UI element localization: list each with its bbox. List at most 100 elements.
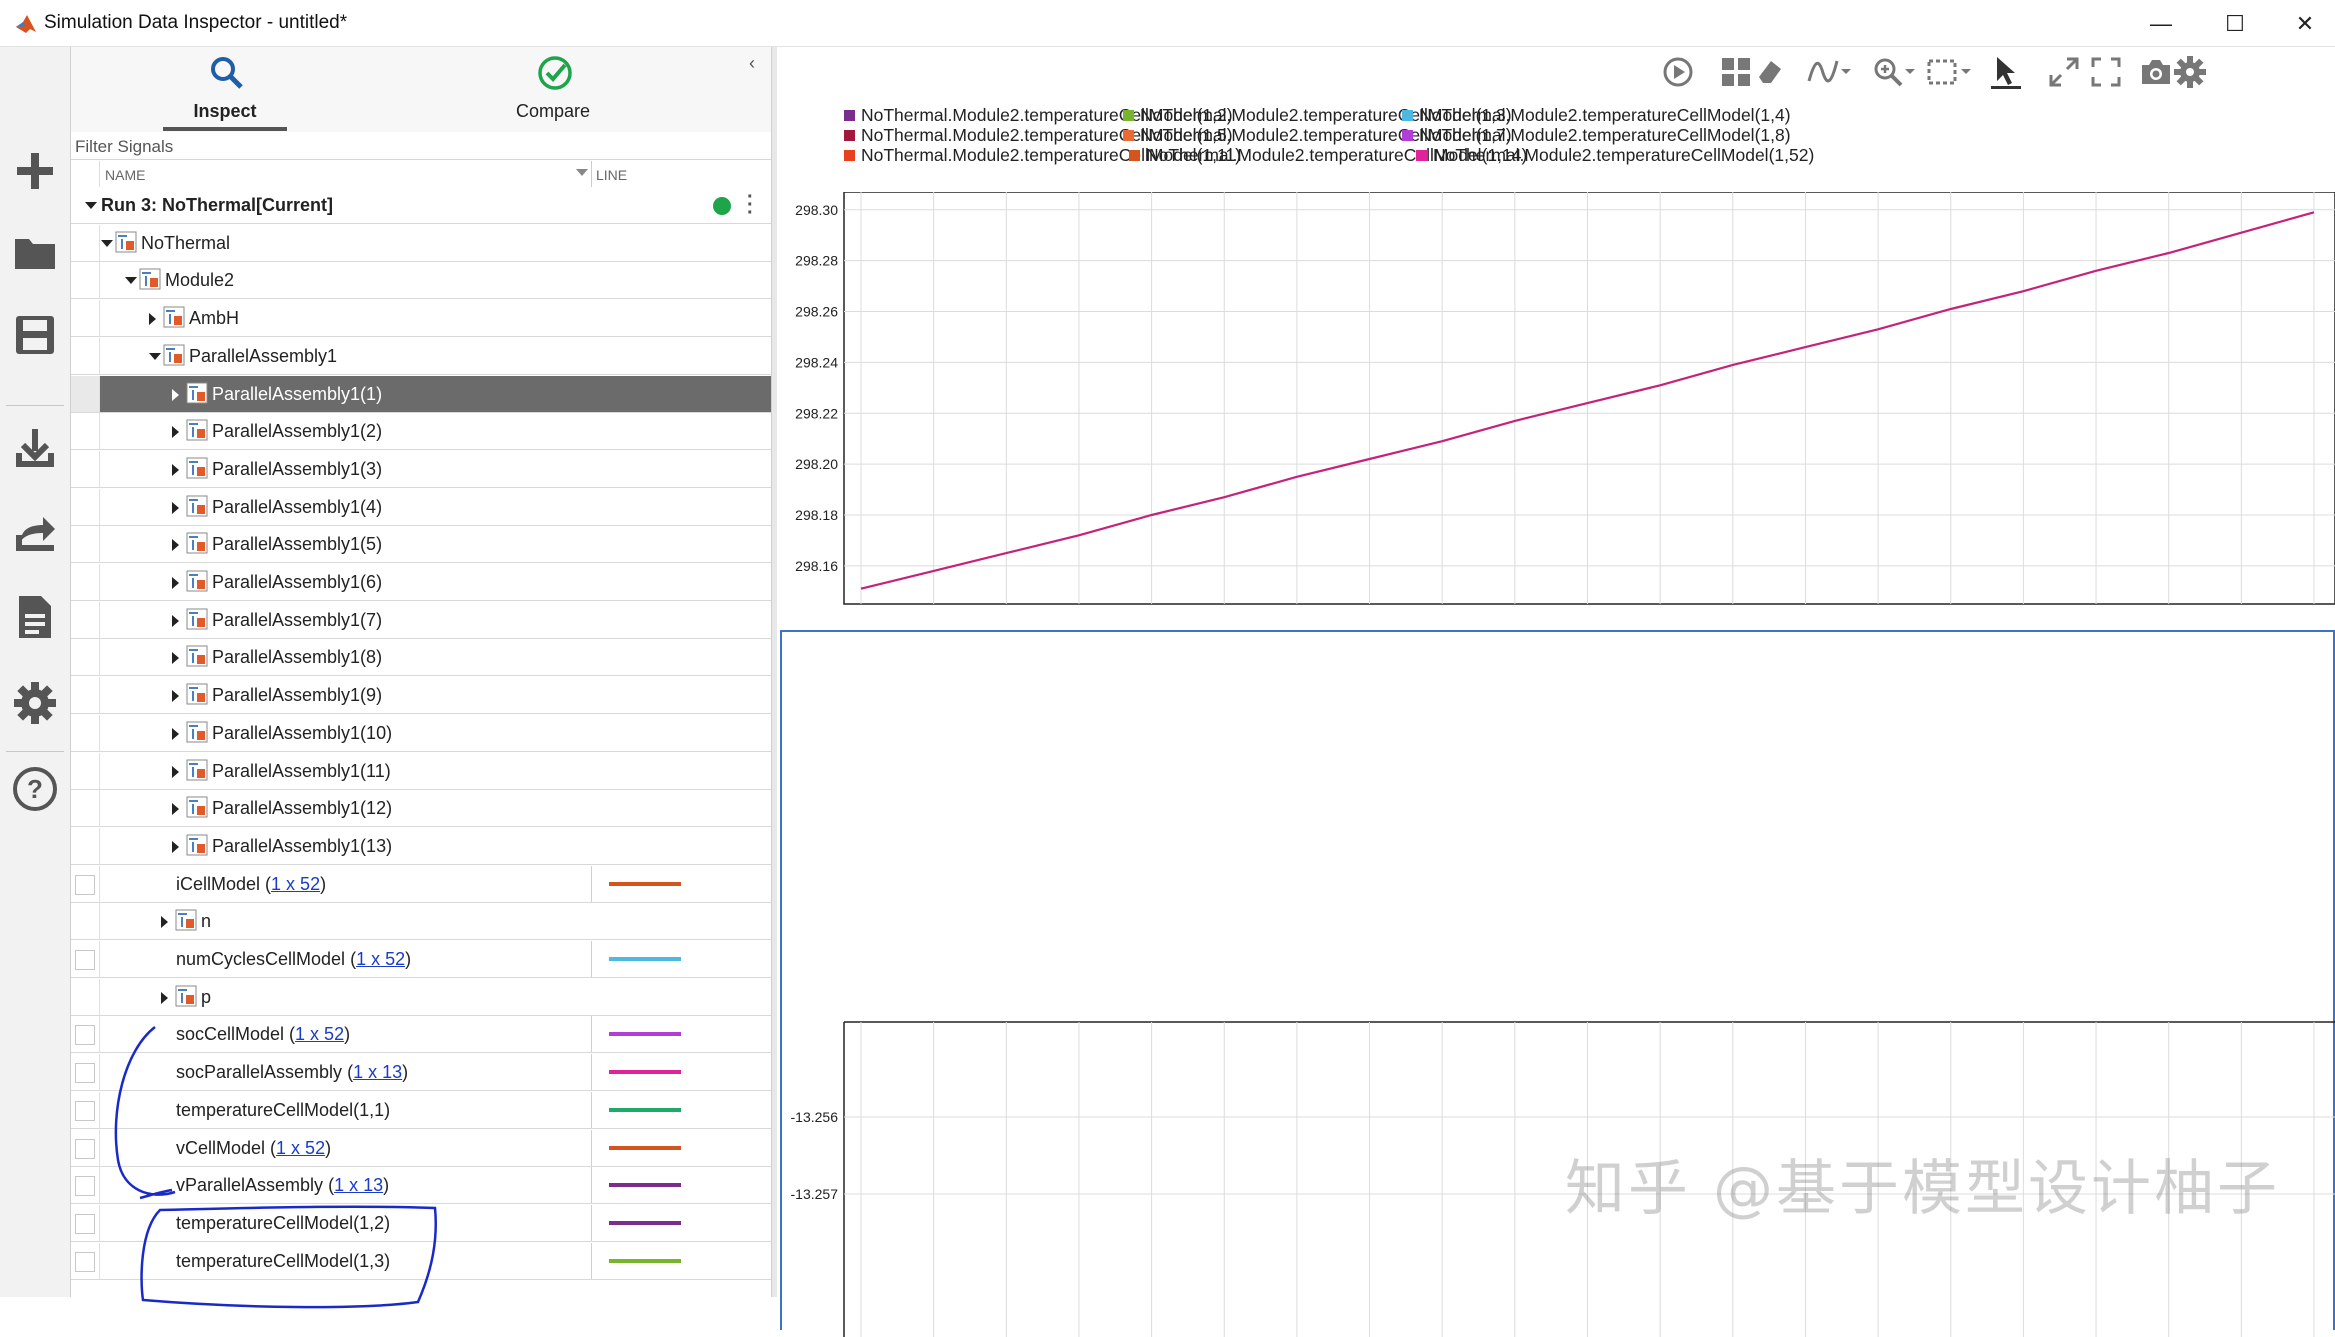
expand-triangle-icon[interactable] (172, 388, 179, 401)
tree-row[interactable]: socParallelAssembly (1 x 13) (71, 1054, 771, 1092)
line-style-swatch[interactable] (609, 1258, 681, 1263)
help-icon[interactable]: ? (11, 765, 59, 813)
sort-icon[interactable] (576, 169, 588, 177)
dimension-link[interactable]: 1 x 52 (356, 949, 405, 969)
expand-triangle-icon[interactable] (149, 352, 161, 360)
expand-triangle-icon[interactable] (161, 991, 168, 1004)
expand-icon[interactable] (2047, 55, 2081, 89)
expand-triangle-icon[interactable] (172, 803, 179, 816)
tree-row[interactable]: ParallelAssembly1(7) (71, 601, 771, 639)
zoom-icon[interactable] (1871, 55, 1905, 89)
tree-row[interactable]: ParallelAssembly1(6) (71, 564, 771, 601)
expand-triangle-icon[interactable] (172, 501, 179, 514)
expand-triangle-icon[interactable] (172, 652, 179, 665)
cursor-icon[interactable] (1989, 55, 2023, 89)
tree-row[interactable]: ParallelAssembly1 (71, 337, 771, 375)
expand-triangle-icon[interactable] (125, 277, 137, 285)
line-style-swatch[interactable] (609, 1220, 681, 1225)
tree-row[interactable]: socCellModel (1 x 52) (71, 1016, 771, 1054)
collapse-panel-icon[interactable]: ‹ (749, 53, 755, 74)
line-style-swatch[interactable] (609, 1070, 681, 1075)
tab-inspect[interactable]: Inspect (145, 47, 305, 132)
fullscreen-icon[interactable] (2089, 55, 2123, 89)
minimize-button[interactable]: — (2146, 10, 2176, 38)
tree-row[interactable]: ParallelAssembly1(8) (71, 639, 771, 677)
tree-row[interactable]: ParallelAssembly1(11) (71, 752, 771, 790)
tree-row[interactable]: ParallelAssembly1(1) (71, 375, 771, 413)
expand-triangle-icon[interactable] (172, 840, 179, 853)
dimension-link[interactable]: 1 x 52 (295, 1024, 344, 1044)
tree-row[interactable]: NoThermal (71, 224, 771, 262)
download-icon[interactable] (11, 425, 59, 473)
bottom-plot[interactable]: -13.256 -13.257 (777, 637, 2335, 1337)
layout-icon[interactable] (1719, 55, 1753, 89)
signal-checkbox[interactable] (75, 1176, 95, 1197)
signal-checkbox[interactable] (75, 1025, 95, 1046)
filter-signals-input[interactable]: Filter Signals (71, 134, 771, 160)
tree-row[interactable]: AmbH (71, 300, 771, 338)
line-style-swatch[interactable] (609, 1183, 681, 1188)
expand-triangle-icon[interactable] (172, 765, 179, 778)
maximize-button[interactable]: ☐ (2220, 10, 2250, 38)
more-options-icon[interactable]: · · · (747, 187, 754, 223)
signal-checkbox[interactable] (75, 1138, 95, 1159)
fit-icon[interactable] (1925, 55, 1959, 89)
column-divider[interactable] (591, 161, 592, 187)
expand-triangle-icon[interactable] (172, 577, 179, 589)
report-icon[interactable] (11, 593, 59, 641)
expand-triangle-icon[interactable] (172, 463, 179, 476)
folder-icon[interactable] (11, 229, 59, 277)
tree-row[interactable]: temperatureCellModel(1,2) (71, 1204, 771, 1242)
tree-row[interactable]: p (71, 978, 771, 1016)
tree-row[interactable]: n (71, 903, 771, 941)
dimension-link[interactable]: 1 x 52 (276, 1138, 325, 1158)
collapse-triangle-icon[interactable] (85, 202, 97, 209)
gear-icon[interactable] (2173, 55, 2207, 89)
tree-row[interactable]: ParallelAssembly1(3) (71, 450, 771, 488)
tree-row[interactable]: ParallelAssembly1(4) (71, 488, 771, 526)
tree-row[interactable]: temperatureCellModel(1,3) (71, 1242, 771, 1280)
chevron-down-icon[interactable] (1837, 55, 1855, 89)
share-icon[interactable] (11, 509, 59, 557)
tree-row[interactable]: numCyclesCellModel (1 x 52) (71, 941, 771, 978)
expand-triangle-icon[interactable] (172, 727, 179, 740)
line-style-swatch[interactable] (609, 1032, 681, 1037)
signal-checkbox[interactable] (75, 1213, 95, 1234)
tree-row[interactable]: ParallelAssembly1(2) (71, 413, 771, 451)
signal-checkbox[interactable] (75, 1100, 95, 1121)
expand-triangle-icon[interactable] (101, 239, 113, 247)
close-button[interactable]: ✕ (2290, 10, 2320, 38)
name-column-header[interactable]: NAME (105, 167, 145, 183)
signal-icon[interactable] (1807, 55, 1841, 89)
tree-row[interactable]: ParallelAssembly1(10) (71, 714, 771, 752)
settings-icon[interactable] (11, 679, 59, 727)
line-style-swatch[interactable] (609, 881, 681, 886)
tree-row[interactable]: Module2 (71, 262, 771, 300)
chevron-down-icon[interactable] (1957, 55, 1975, 89)
expand-triangle-icon[interactable] (172, 539, 179, 552)
tree-row[interactable]: ParallelAssembly1(12) (71, 790, 771, 828)
tree-row[interactable]: ParallelAssembly1(5) (71, 526, 771, 564)
line-style-swatch[interactable] (609, 1145, 681, 1150)
line-style-swatch[interactable] (609, 957, 681, 961)
expand-triangle-icon[interactable] (149, 313, 156, 326)
expand-triangle-icon[interactable] (172, 614, 179, 627)
tab-compare[interactable]: Compare (473, 47, 633, 132)
save-icon[interactable] (11, 311, 59, 359)
expand-triangle-icon[interactable] (172, 426, 179, 439)
eraser-icon[interactable] (1753, 55, 1787, 89)
play-icon[interactable] (1661, 55, 1695, 89)
chevron-down-icon[interactable] (1901, 55, 1919, 89)
signal-checkbox[interactable] (75, 1251, 95, 1272)
expand-triangle-icon[interactable] (172, 690, 179, 703)
add-icon[interactable] (11, 147, 59, 195)
expand-triangle-icon[interactable] (161, 916, 168, 929)
dimension-link[interactable]: 1 x 52 (271, 874, 320, 894)
run-row[interactable]: Run 3: NoThermal[Current] · · · (71, 187, 771, 224)
line-style-swatch[interactable] (609, 1107, 681, 1112)
signal-checkbox[interactable] (75, 950, 95, 970)
tree-row[interactable]: vParallelAssembly (1 x 13) (71, 1167, 771, 1205)
tree-row[interactable]: ParallelAssembly1(9) (71, 677, 771, 715)
tree-row[interactable]: temperatureCellModel(1,1) (71, 1091, 771, 1129)
tree-row[interactable]: ParallelAssembly1(13) (71, 827, 771, 865)
